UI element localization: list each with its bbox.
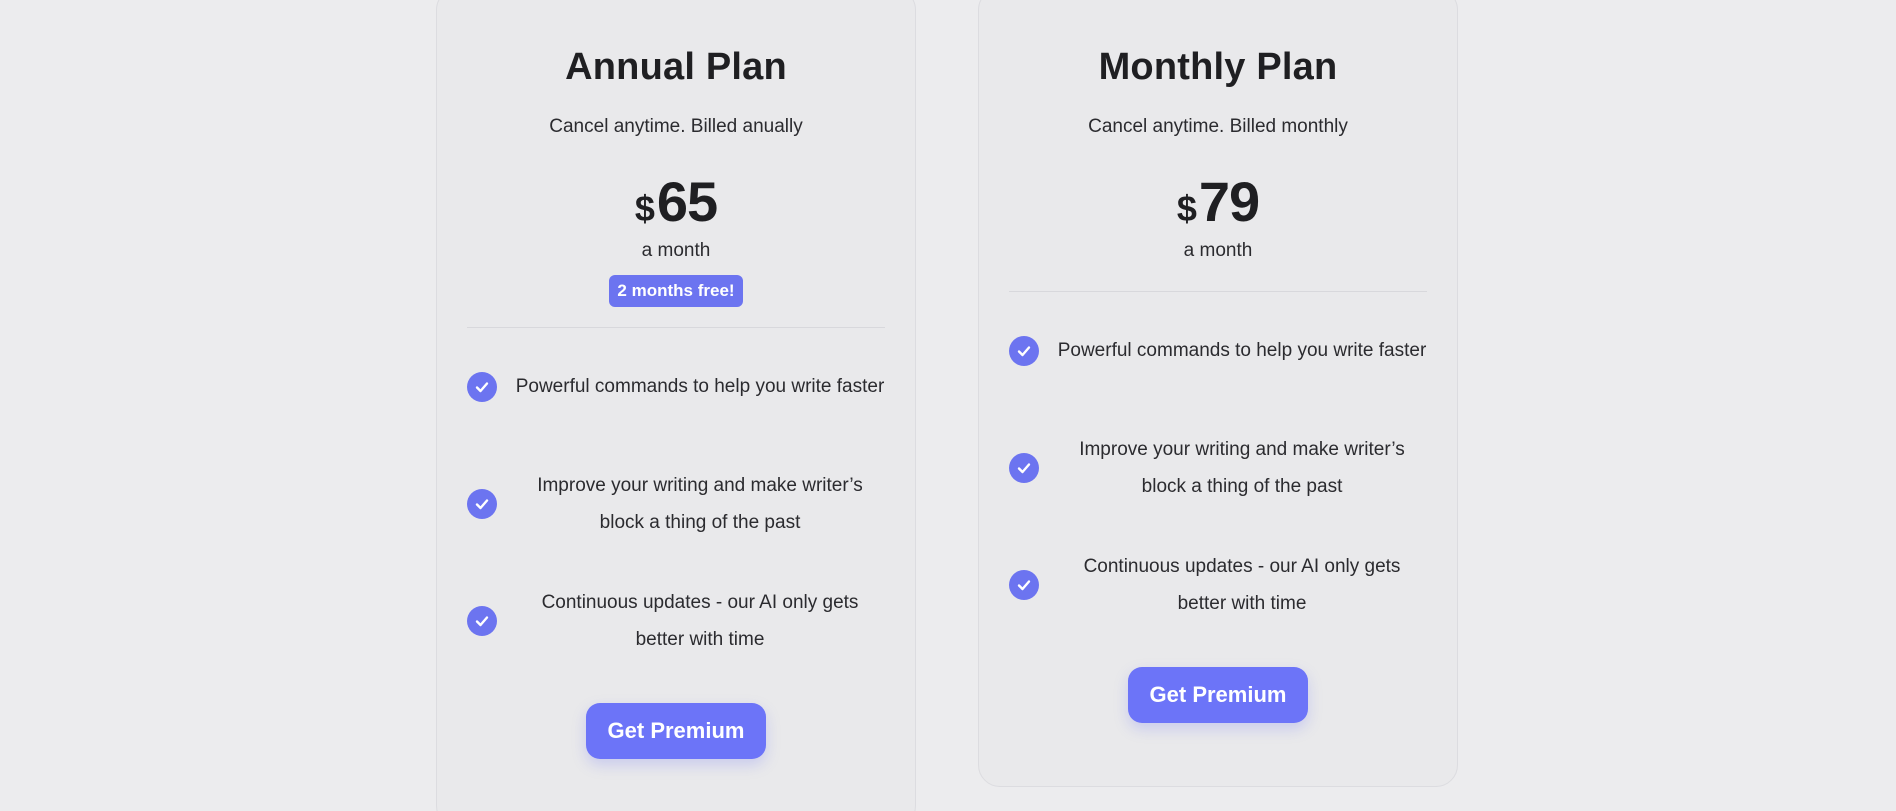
feature-item: Continuous updates - our AI only gets be…	[1009, 526, 1427, 643]
feature-text: Improve your writing and make writer’s b…	[1079, 438, 1405, 497]
feature-list: Powerful commands to help you write fast…	[1009, 292, 1427, 643]
price: $ 65	[467, 171, 885, 233]
monthly-plan-card: Monthly Plan Cancel anytime. Billed mont…	[978, 0, 1458, 787]
feature-text: Continuous updates - our AI only gets be…	[1083, 555, 1401, 614]
annual-plan-card: Annual Plan Cancel anytime. Billed anual…	[436, 0, 916, 811]
price-amount: 79	[1198, 170, 1260, 233]
check-circle-icon	[467, 488, 497, 519]
currency-symbol: $	[1176, 188, 1197, 229]
feature-item: Continuous updates - our AI only gets be…	[467, 562, 885, 679]
feature-item: Improve your writing and make writer’s b…	[467, 445, 885, 562]
plan-subtitle: Cancel anytime. Billed anually	[549, 116, 803, 137]
plan-title: Annual Plan	[565, 46, 787, 88]
feature-text: Improve your writing and make writer’s b…	[537, 474, 863, 533]
savings-badge: 2 months free!	[609, 275, 743, 307]
currency-symbol: $	[634, 188, 655, 229]
price-period: a month	[641, 240, 711, 261]
feature-text: Powerful commands to help you write fast…	[515, 376, 885, 397]
feature-item: Powerful commands to help you write fast…	[1009, 292, 1427, 409]
check-circle-icon	[1009, 335, 1039, 366]
check-circle-icon	[1009, 452, 1039, 483]
feature-item: Powerful commands to help you write fast…	[467, 328, 885, 445]
price: $ 79	[1009, 171, 1427, 233]
feature-text: Continuous updates - our AI only gets be…	[541, 591, 859, 650]
plan-subtitle: Cancel anytime. Billed monthly	[1088, 116, 1348, 137]
check-circle-icon	[467, 605, 497, 636]
check-circle-icon	[467, 371, 497, 402]
price-amount: 65	[656, 170, 718, 233]
feature-list: Powerful commands to help you write fast…	[467, 328, 885, 679]
get-premium-annual-button[interactable]: Get Premium	[585, 703, 767, 759]
check-circle-icon	[1009, 569, 1039, 600]
pricing-section: Annual Plan Cancel anytime. Billed anual…	[0, 0, 1896, 811]
feature-item: Improve your writing and make writer’s b…	[1009, 409, 1427, 526]
price-period: a month	[1183, 240, 1253, 261]
get-premium-monthly-button[interactable]: Get Premium	[1127, 667, 1309, 723]
feature-text: Powerful commands to help you write fast…	[1057, 340, 1427, 361]
plan-title: Monthly Plan	[1098, 46, 1338, 88]
